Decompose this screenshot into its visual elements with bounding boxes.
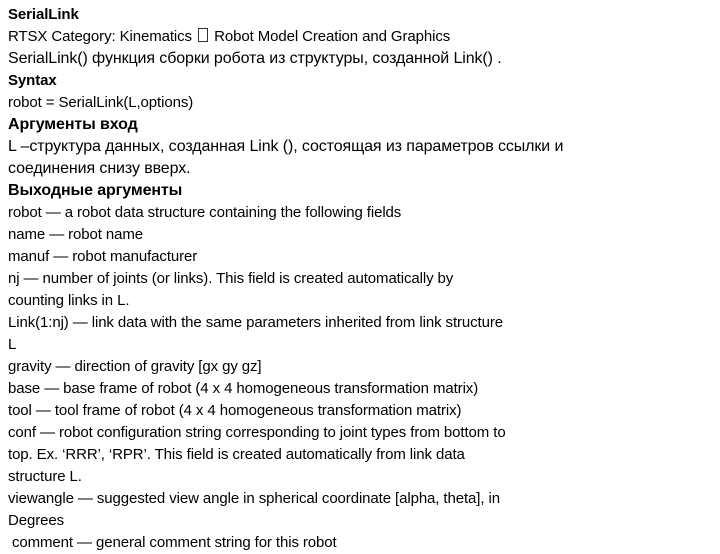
output-args-heading: Выходные аргументы [8,182,183,199]
output-line: tool — tool frame of robot (4 x 4 homoge… [8,402,462,419]
output-line: gravity — direction of gravity [gx gy gz… [8,358,262,375]
function-description: SerialLink() функция сборки робота из ст… [8,50,502,67]
category-prefix: RTSX Category: Kinematics [8,28,192,45]
output-line: counting links in L. [8,292,130,309]
output-line: structure L. [8,468,82,485]
output-line: viewangle — suggested view angle in sphe… [8,490,500,507]
document-title: SerialLink [8,6,79,23]
output-line: comment — general comment string for thi… [12,534,337,551]
input-args-text: L –структура данных, созданная Link (), … [8,138,564,155]
category-suffix: Robot Model Creation and Graphics [214,28,451,45]
missing-glyph-icon [198,28,209,42]
input-args-text-cont: соединения снизу вверх. [8,160,191,177]
output-line: base — base frame of robot (4 x 4 homoge… [8,380,479,397]
output-line: robot — a robot data structure containin… [8,204,402,221]
output-line: name — robot name [8,226,144,243]
category-line: RTSX Category: Kinematics Robot Model Cr… [8,26,708,48]
output-line: L [8,336,17,353]
syntax-heading: Syntax [8,72,57,89]
output-line: top. Ex. ‘RRR’, ‘RPR’. This field is cre… [8,446,465,463]
syntax-code: robot = SerialLink(L,options) [8,94,194,111]
document-body: SerialLink RTSX Category: Kinematics Rob… [8,4,708,554]
output-line: Link(1:nj) — link data with the same par… [8,314,504,331]
output-line: nj — number of joints (or links). This f… [8,270,454,287]
output-line: manuf — robot manufacturer [8,248,198,265]
input-args-heading: Аргументы вход [8,116,138,133]
output-line: conf — robot configuration string corres… [8,424,506,441]
output-line: Degrees [8,512,64,529]
